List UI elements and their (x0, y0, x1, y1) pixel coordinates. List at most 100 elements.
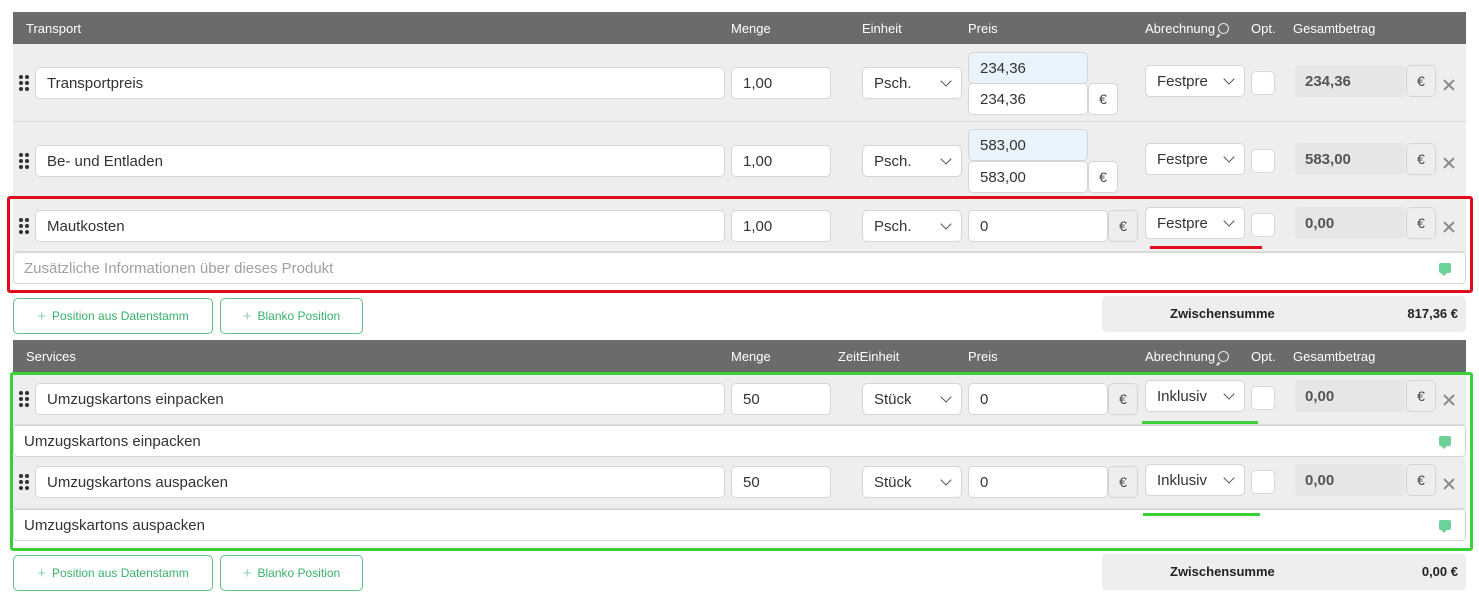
line-total: 234,36 (1295, 65, 1405, 97)
optional-checkbox[interactable] (1251, 470, 1275, 494)
quantity-input[interactable]: 50 (731, 383, 831, 415)
item-name-input[interactable]: Umzugskartons einpacken (35, 383, 725, 415)
chevron-down-icon (940, 217, 952, 230)
item-name-input[interactable]: Transportpreis (35, 67, 725, 99)
col-qty: Menge (731, 349, 771, 364)
col-qty: Menge (731, 21, 771, 36)
quantity-input[interactable]: 1,00 (731, 210, 831, 242)
plus-icon: + (242, 307, 252, 325)
col-unit: Einheit (862, 21, 902, 36)
item-name-input[interactable]: Be- und Entladen (35, 145, 725, 177)
price-input[interactable]: 0 (968, 210, 1108, 242)
price-input[interactable]: 234,36 (968, 83, 1088, 115)
price-input[interactable]: 0 (968, 466, 1108, 498)
search-icon[interactable] (1218, 23, 1230, 34)
section-title: Services (26, 349, 76, 364)
drag-handle-icon[interactable] (19, 218, 29, 234)
close-icon[interactable] (1443, 79, 1455, 91)
chevron-down-icon (940, 390, 952, 403)
unit-select[interactable]: Stück (862, 383, 962, 415)
price-input[interactable]: 583,00 (968, 161, 1088, 193)
billing-select[interactable]: Festpre (1145, 143, 1245, 175)
currency-label: € (1088, 83, 1118, 115)
subtotal-value: 0,00 € (1421, 564, 1458, 579)
section-title: Transport (26, 21, 82, 36)
unit-select[interactable]: Stück (862, 466, 962, 498)
subtotal: Zwischensumme 817,36 € (1102, 296, 1466, 332)
plus-icon: + (242, 564, 252, 582)
currency-label: € (1406, 143, 1436, 175)
optional-checkbox[interactable] (1251, 149, 1275, 173)
search-icon[interactable] (1218, 351, 1230, 362)
col-total: Gesamtbetrag (1293, 21, 1376, 36)
currency-label: € (1108, 210, 1138, 242)
col-opt: Opt. (1251, 349, 1276, 364)
close-icon[interactable] (1443, 394, 1455, 406)
currency-label: € (1406, 207, 1436, 239)
optional-checkbox[interactable] (1251, 213, 1275, 237)
currency-label: € (1108, 383, 1138, 415)
annotation-underline (1143, 513, 1260, 516)
subtotal-label: Zwischensumme (1170, 306, 1275, 321)
chevron-down-icon (1223, 214, 1235, 227)
billing-select[interactable]: Inklusiv (1145, 380, 1245, 412)
currency-label: € (1108, 466, 1138, 498)
suggested-price[interactable]: 234,36 (968, 52, 1088, 84)
subtotal-label: Zwischensumme (1170, 564, 1275, 579)
message-icon[interactable] (1439, 520, 1451, 533)
col-billing: Abrechnung (1145, 21, 1230, 36)
plus-icon: + (37, 307, 47, 325)
quantity-input[interactable]: 1,00 (731, 67, 831, 99)
message-icon[interactable] (1439, 263, 1451, 276)
col-price: Preis (968, 349, 998, 364)
billing-select[interactable]: Festpre (1145, 207, 1245, 239)
add-blank-button[interactable]: + Blanko Position (220, 555, 363, 591)
unit-select[interactable]: Psch. (862, 67, 962, 99)
unit-select[interactable]: Psch. (862, 145, 962, 177)
col-unit: ZeitEinheit (838, 349, 900, 364)
billing-select[interactable]: Festpre (1145, 65, 1245, 97)
close-icon[interactable] (1443, 157, 1455, 169)
chevron-down-icon (1223, 72, 1235, 85)
subtotal-value: 817,36 € (1407, 306, 1458, 321)
drag-handle-icon[interactable] (19, 474, 29, 490)
unit-select[interactable]: Psch. (862, 210, 962, 242)
optional-checkbox[interactable] (1251, 386, 1275, 410)
chevron-down-icon (940, 152, 952, 165)
item-name-input[interactable]: Mautkosten (35, 210, 725, 242)
product-info-field[interactable]: Umzugskartons einpacken (13, 425, 1466, 457)
currency-label: € (1088, 161, 1118, 193)
product-info-field[interactable]: Zusätzliche Informationen über dieses Pr… (13, 252, 1466, 284)
annotation-underline (1150, 246, 1262, 249)
col-opt: Opt. (1251, 21, 1276, 36)
optional-checkbox[interactable] (1251, 71, 1275, 95)
chevron-down-icon (940, 74, 952, 87)
add-from-master-button[interactable]: + Position aus Datenstamm (13, 555, 213, 591)
quantity-input[interactable]: 1,00 (731, 145, 831, 177)
col-total: Gesamtbetrag (1293, 349, 1376, 364)
item-name-input[interactable]: Umzugskartons auspacken (35, 466, 725, 498)
col-billing: Abrechnung (1145, 349, 1230, 364)
currency-label: € (1406, 464, 1436, 496)
chevron-down-icon (1223, 471, 1235, 484)
quantity-input[interactable]: 50 (731, 466, 831, 498)
currency-label: € (1406, 380, 1436, 412)
line-total: 0,00 (1295, 380, 1405, 412)
services-header: Services Menge ZeitEinheit Preis Abrechn… (13, 340, 1466, 372)
chevron-down-icon (940, 473, 952, 486)
drag-handle-icon[interactable] (19, 75, 29, 91)
drag-handle-icon[interactable] (19, 391, 29, 407)
annotation-underline (1142, 421, 1258, 424)
transport-header: Transport Menge Einheit Preis Abrechnung… (13, 12, 1466, 44)
drag-handle-icon[interactable] (19, 153, 29, 169)
suggested-price[interactable]: 583,00 (968, 129, 1088, 161)
plus-icon: + (37, 564, 47, 582)
price-input[interactable]: 0 (968, 383, 1108, 415)
close-icon[interactable] (1443, 221, 1455, 233)
billing-select[interactable]: Inklusiv (1145, 464, 1245, 496)
add-blank-button[interactable]: + Blanko Position (220, 298, 363, 334)
close-icon[interactable] (1443, 478, 1455, 490)
add-from-master-button[interactable]: + Position aus Datenstamm (13, 298, 213, 334)
message-icon[interactable] (1439, 436, 1451, 449)
line-total: 0,00 (1295, 464, 1405, 496)
